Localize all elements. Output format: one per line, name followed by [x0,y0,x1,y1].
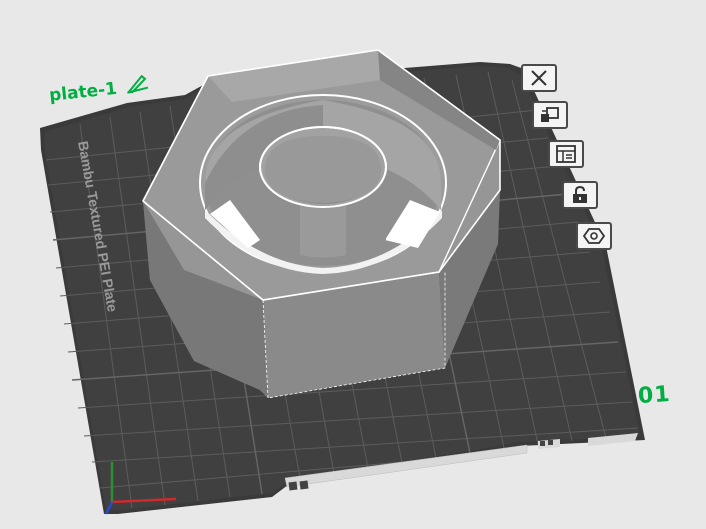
plate-number: 01 [637,381,672,410]
hex-nut-model[interactable] [142,49,501,399]
edit-icon[interactable] [124,74,150,99]
hexagon-icon [582,228,606,244]
arrange-button[interactable] [532,101,568,129]
arrange-icon [541,107,559,122]
plate-layout-icon [556,145,576,163]
unlock-icon [573,185,587,203]
plate-object-button[interactable] [576,222,612,250]
remove-plate-button[interactable] [521,64,557,92]
plate-settings-button[interactable] [548,140,584,168]
lock-plate-button[interactable] [562,181,598,209]
close-icon [531,70,547,86]
